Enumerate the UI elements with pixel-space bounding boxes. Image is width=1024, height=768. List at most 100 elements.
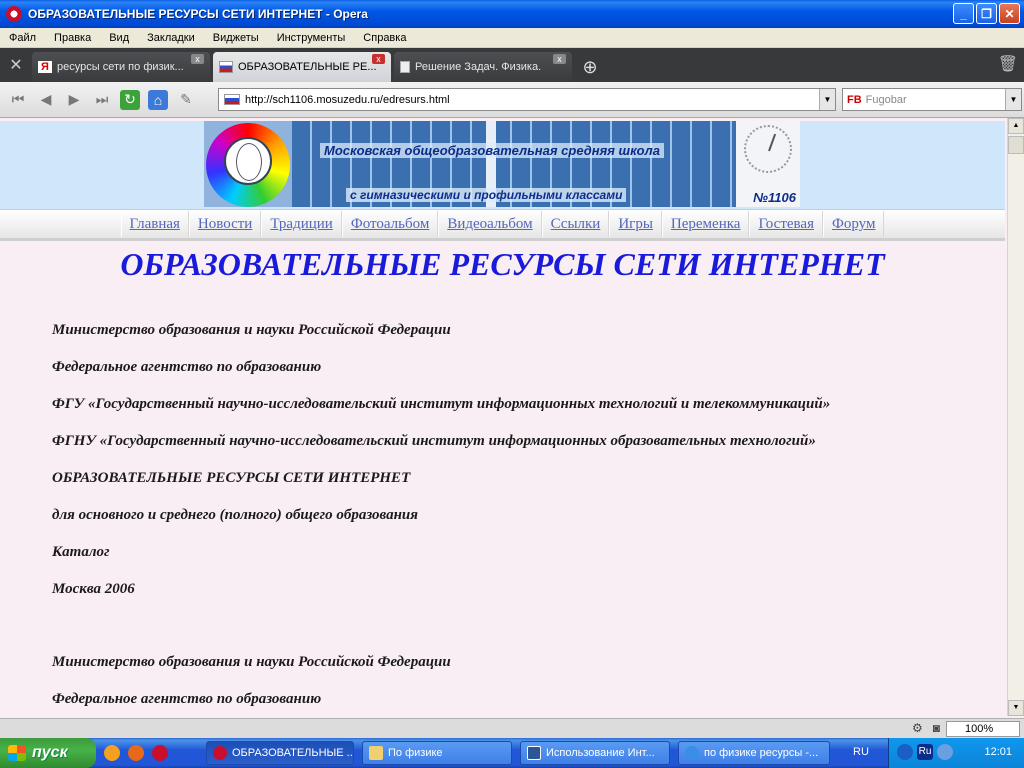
tab-edu-resources[interactable]: ОБРАЗОВАТЕЛЬНЫЕ РЕ... x bbox=[213, 52, 391, 82]
opera-quicklaunch-icon[interactable] bbox=[152, 745, 168, 761]
status-bar: ⚙ ◙ 100% bbox=[0, 718, 1024, 738]
reload-icon[interactable]: ↻ bbox=[116, 87, 144, 113]
menu-bar: Файл Правка Вид Закладки Виджеты Инструм… bbox=[0, 28, 1024, 48]
site-banner: Московская общеобразовательная средняя ш… bbox=[204, 121, 800, 207]
content-line: ОБРАЗОВАТЕЛЬНЫЕ РЕСУРСЫ СЕТИ ИНТЕРНЕТ bbox=[52, 470, 411, 486]
turbo-icon[interactable]: ⚙ bbox=[912, 721, 923, 735]
quick-launch bbox=[104, 745, 168, 761]
nav-photo-album[interactable]: Фотоальбом bbox=[341, 211, 439, 237]
start-button[interactable]: пуск bbox=[0, 738, 96, 768]
back-icon[interactable]: ◀ bbox=[32, 87, 60, 113]
opera-icon bbox=[6, 6, 22, 22]
forward-icon[interactable]: ▶ bbox=[60, 87, 88, 113]
menu-file[interactable]: Файл bbox=[0, 32, 45, 44]
url-dropdown-icon[interactable]: ▼ bbox=[819, 89, 835, 110]
ie-icon bbox=[685, 746, 699, 760]
window-controls: _ ❐ ✕ bbox=[953, 3, 1020, 24]
menu-help[interactable]: Справка bbox=[354, 32, 415, 44]
taskbar-label: по физике ресурсы -... bbox=[704, 747, 819, 759]
menu-edit[interactable]: Правка bbox=[45, 32, 100, 44]
search-dropdown-icon[interactable]: ▼ bbox=[1005, 89, 1021, 110]
nav-guestbook[interactable]: Гостевая bbox=[749, 211, 823, 237]
window-title: ОБРАЗОВАТЕЛЬНЫЕ РЕСУРСЫ СЕТИ ИНТЕРНЕТ - … bbox=[28, 7, 368, 21]
nav-forum[interactable]: Форум bbox=[823, 211, 885, 237]
nav-video-album[interactable]: Видеоальбом bbox=[438, 211, 542, 237]
tray-icons: Ru bbox=[897, 744, 953, 760]
taskbar-word[interactable]: Использование Инт... bbox=[520, 741, 670, 765]
start-label: пуск bbox=[32, 744, 68, 761]
close-button[interactable]: ✕ bbox=[999, 3, 1020, 24]
flag-icon bbox=[219, 61, 233, 73]
search-placeholder: Fugobar bbox=[865, 93, 907, 106]
taskbar: пуск ОБРАЗОВАТЕЛЬНЫЕ ... По физике Испол… bbox=[0, 738, 1024, 768]
minimize-button[interactable]: _ bbox=[953, 3, 974, 24]
tab-physics-tasks[interactable]: Решение Задач. Физика. x bbox=[394, 52, 572, 82]
tray-network-icon[interactable] bbox=[937, 744, 953, 760]
menu-bookmarks[interactable]: Закладки bbox=[138, 32, 204, 44]
content-line: ФГУ «Государственный научно-исследовател… bbox=[52, 396, 831, 412]
scroll-up-icon[interactable]: ▲ bbox=[1008, 118, 1024, 134]
word-icon bbox=[527, 746, 541, 760]
content-line: Федеральное агентство по образованию bbox=[52, 359, 322, 375]
fast-forward-icon[interactable]: ⏭ bbox=[88, 87, 116, 113]
content-line: для основного и среднего (полного) общег… bbox=[52, 507, 418, 523]
taskbar-label: Использование Инт... bbox=[546, 747, 655, 759]
taskbar-opera[interactable]: ОБРАЗОВАТЕЛЬНЫЕ ... bbox=[206, 741, 354, 765]
vertical-scrollbar[interactable]: ▲ ▼ bbox=[1007, 118, 1024, 716]
content-line: Каталог bbox=[52, 544, 110, 560]
tab-close-icon[interactable]: x bbox=[191, 54, 204, 64]
site-nav: Главная Новости Традиции Фотоальбом Виде… bbox=[0, 209, 1005, 241]
content-line: Министерство образования и науки Российс… bbox=[52, 654, 451, 670]
nav-home[interactable]: Главная bbox=[120, 211, 189, 237]
nav-links[interactable]: Ссылки bbox=[541, 211, 610, 237]
menu-view[interactable]: Вид bbox=[100, 32, 138, 44]
page-content: Министерство образования и науки Российс… bbox=[52, 320, 992, 718]
nav-break[interactable]: Переменка bbox=[661, 211, 750, 237]
content-line: Федеральное агентство по образованию bbox=[52, 691, 322, 707]
taskbar-clock: 12:01 bbox=[984, 746, 1012, 758]
tab-close-icon[interactable]: x bbox=[372, 54, 385, 64]
nav-traditions[interactable]: Традиции bbox=[261, 211, 342, 237]
url-text: http://sch1106.mosuzedu.ru/edresurs.html bbox=[245, 93, 450, 106]
nav-games[interactable]: Игры bbox=[609, 211, 662, 237]
rewind-icon[interactable]: ⏮ bbox=[4, 87, 32, 113]
tray-language-icon[interactable]: Ru bbox=[917, 744, 933, 760]
menu-widgets[interactable]: Виджеты bbox=[204, 32, 268, 44]
address-toolbar: ⏮ ◀ ▶ ⏭ ↻ ⌂ ✎ http://sch1106.mosuzedu.ru… bbox=[0, 82, 1024, 118]
search-engine-icon: FB bbox=[847, 93, 862, 106]
windows-logo-icon bbox=[8, 745, 26, 761]
folder-icon bbox=[369, 746, 383, 760]
trash-icon[interactable]: 🗑 bbox=[998, 54, 1018, 74]
taskbar-folder[interactable]: По физике bbox=[362, 741, 512, 765]
clock-icon bbox=[744, 125, 792, 173]
title-bar: ОБРАЗОВАТЕЛЬНЫЕ РЕСУРСЫ СЕТИ ИНТЕРНЕТ - … bbox=[0, 0, 1024, 28]
menu-tools[interactable]: Инструменты bbox=[268, 32, 355, 44]
page-title: ОБРАЗОВАТЕЛЬНЫЕ РЕСУРСЫ СЕТИ ИНТЕРНЕТ bbox=[120, 246, 885, 282]
tab-label: ОБРАЗОВАТЕЛЬНЫЕ РЕ... bbox=[238, 61, 377, 73]
tab-label: Решение Задач. Физика. bbox=[415, 61, 542, 73]
zoom-field[interactable]: 100% bbox=[946, 721, 1020, 737]
firefox-icon[interactable] bbox=[128, 745, 144, 761]
scroll-thumb[interactable] bbox=[1008, 136, 1024, 154]
tools-icon[interactable]: ✕ bbox=[0, 48, 32, 82]
tab-physics-resources[interactable]: Я ресурсы сети по физик... x bbox=[32, 52, 210, 82]
scroll-down-icon[interactable]: ▼ bbox=[1008, 700, 1024, 716]
home-icon[interactable]: ⌂ bbox=[144, 87, 172, 113]
edit-icon[interactable]: ✎ bbox=[172, 87, 200, 113]
messenger-icon[interactable] bbox=[104, 745, 120, 761]
tray-back-icon[interactable] bbox=[897, 744, 913, 760]
new-tab-icon[interactable]: ⊕ bbox=[575, 52, 605, 82]
tab-bar: ✕ Я ресурсы сети по физик... x ОБРАЗОВАТ… bbox=[0, 48, 1024, 82]
camera-icon[interactable]: ◙ bbox=[933, 721, 940, 735]
tab-close-icon[interactable]: x bbox=[553, 54, 566, 64]
restore-button[interactable]: ❐ bbox=[976, 3, 997, 24]
nav-news[interactable]: Новости bbox=[188, 211, 262, 237]
site-flag-icon bbox=[224, 94, 240, 105]
address-field[interactable]: http://sch1106.mosuzedu.ru/edresurs.html… bbox=[218, 88, 836, 111]
search-field[interactable]: FB Fugobar ▼ bbox=[842, 88, 1022, 111]
language-indicator[interactable]: RU bbox=[853, 746, 869, 758]
content-line: Министерство образования и науки Российс… bbox=[52, 322, 451, 338]
school-number: №1106 bbox=[753, 190, 796, 205]
taskbar-ie[interactable]: по физике ресурсы -... bbox=[678, 741, 830, 765]
content-line: Москва 2006 bbox=[52, 581, 135, 597]
